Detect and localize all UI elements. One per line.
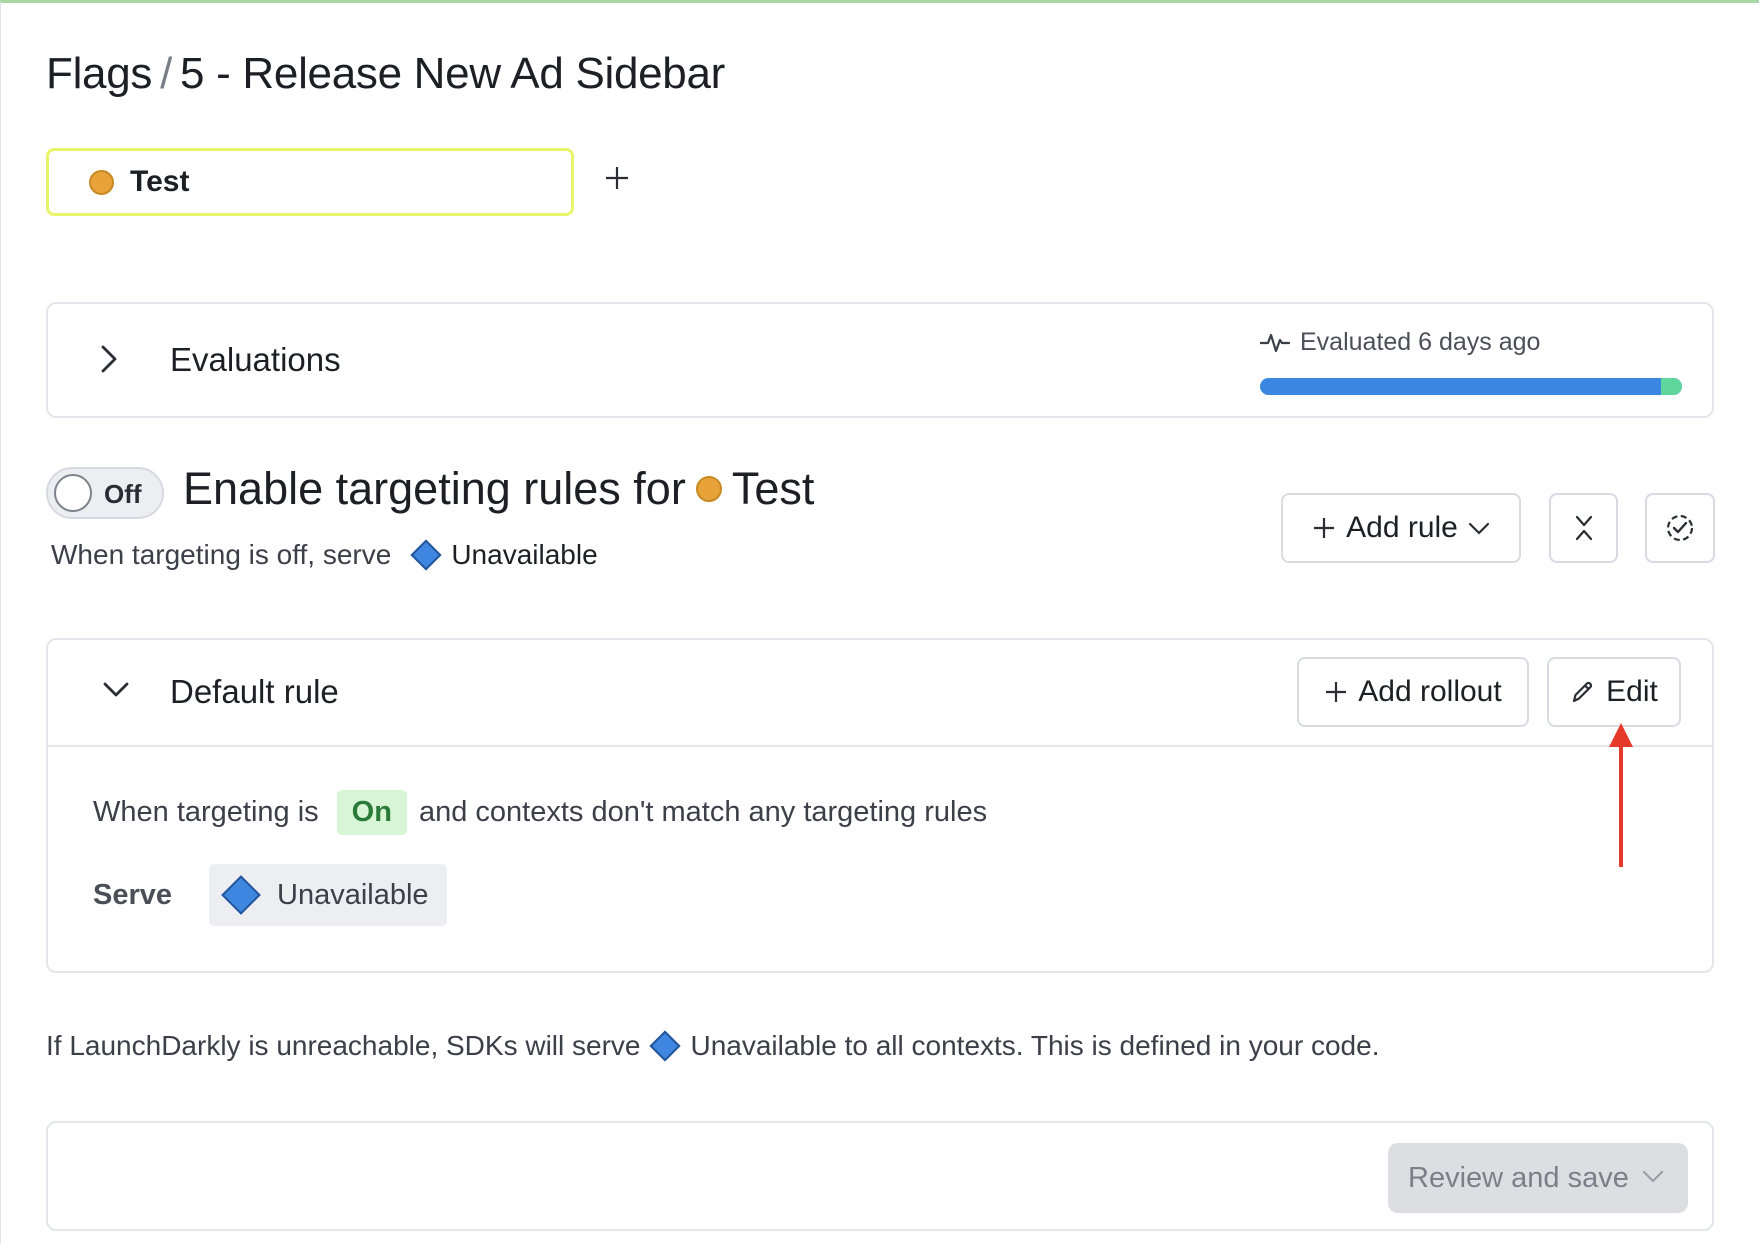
annotation-arrow [1609,723,1633,867]
review-and-save-button[interactable]: Review and save [1388,1143,1688,1213]
serve-variation-select[interactable]: Unavailable [209,864,447,926]
default-rule-serve: Serve Unavailable [93,864,447,926]
off-variation-label: Unavailable [451,539,598,570]
toggle-state-label: Off [104,479,142,509]
edit-default-rule-button[interactable]: Edit [1547,657,1681,727]
breadcrumb-flags-link[interactable]: Flags [46,49,152,98]
fallback-variation: Unavailable [690,1030,837,1061]
variation-diamond-icon [221,875,261,915]
off-serve-text: When targeting is off, serve [51,539,392,570]
dashed-check-circle-icon [1666,514,1694,542]
toggle-knob [54,474,92,512]
targeting-title-text: Enable targeting rules for [183,463,686,514]
serve-variation-label: Unavailable [277,878,429,911]
chevron-right-icon[interactable] [98,344,120,374]
default-rule-body: When targeting is On and contexts don't … [93,790,987,926]
fallback-suffix: to all contexts. This is defined in your… [844,1030,1380,1061]
collapse-all-button[interactable] [1549,493,1618,563]
plus-icon [1314,518,1335,538]
environment-tab-test[interactable]: Test [46,148,574,216]
add-rule-label: Add rule [1346,511,1458,544]
variation-diamond-icon [649,1030,682,1062]
flag-targeting-page: Flags/5 - Release New Ad Sidebar Test Ev… [0,0,1759,1244]
default-rule-header: Default rule Add rollout Edit [48,640,1712,747]
plus-icon [606,167,628,189]
targeting-title: Enable targeting rules for Test [183,463,814,515]
environment-tab-label: Test [130,165,190,198]
edit-label: Edit [1606,675,1658,708]
evaluation-bar-segment-secondary [1660,378,1682,395]
collapse-icon [1575,515,1592,541]
last-evaluated-text: Evaluated 6 days ago [1300,328,1541,356]
evaluation-distribution-bar [1260,378,1682,395]
default-rule-condition: When targeting is On and contexts don't … [93,790,987,835]
chevron-down-icon [1468,522,1489,535]
fallback-prefix: If LaunchDarkly is unreachable, SDKs wil… [46,1030,641,1061]
review-and-save-label: Review and save [1408,1161,1629,1194]
chevron-down-icon[interactable] [1642,1169,1664,1183]
pencil-icon [1573,681,1593,703]
targeting-title-environment: Test [731,463,815,514]
activity-pulse-icon [1260,333,1290,352]
add-rule-button[interactable]: Add rule [1281,493,1521,563]
off-variation-line: When targeting is off, serve Unavailable [51,539,598,571]
environment-color-dot [695,476,722,502]
page-title: Flags/5 - Release New Ad Sidebar [46,49,725,99]
targeting-on-badge: On [336,790,407,835]
default-rule-heading: Default rule [170,673,339,710]
targeting-toggle[interactable]: Off [46,467,164,519]
condition-prefix: When targeting is [93,796,319,828]
off-variation: Unavailable [410,539,598,571]
add-environment-button[interactable] [599,160,635,196]
evaluations-panel[interactable]: Evaluations Evaluated 6 days ago [46,302,1714,418]
serve-label: Serve [93,878,173,911]
evaluation-status: Evaluated 6 days ago [1260,328,1540,357]
plus-icon [1326,682,1347,702]
evaluations-heading: Evaluations [170,341,341,378]
add-rollout-label: Add rollout [1358,675,1502,708]
default-rule-panel: Default rule Add rollout Edit When targe… [46,638,1714,973]
condition-suffix: and contexts don't match any targeting r… [418,796,988,828]
chevron-down-icon[interactable] [102,680,130,700]
save-bar: Review and save [46,1121,1714,1231]
add-rollout-button[interactable]: Add rollout [1297,657,1529,727]
breadcrumb-flag-name: 5 - Release New Ad Sidebar [180,49,725,98]
variation-diamond-icon [410,539,442,571]
breadcrumb-separator: / [160,49,173,98]
environment-color-dot [89,169,114,195]
fallback-notice: If LaunchDarkly is unreachable, SDKs wil… [46,1030,1379,1062]
review-check-button[interactable] [1645,493,1715,563]
